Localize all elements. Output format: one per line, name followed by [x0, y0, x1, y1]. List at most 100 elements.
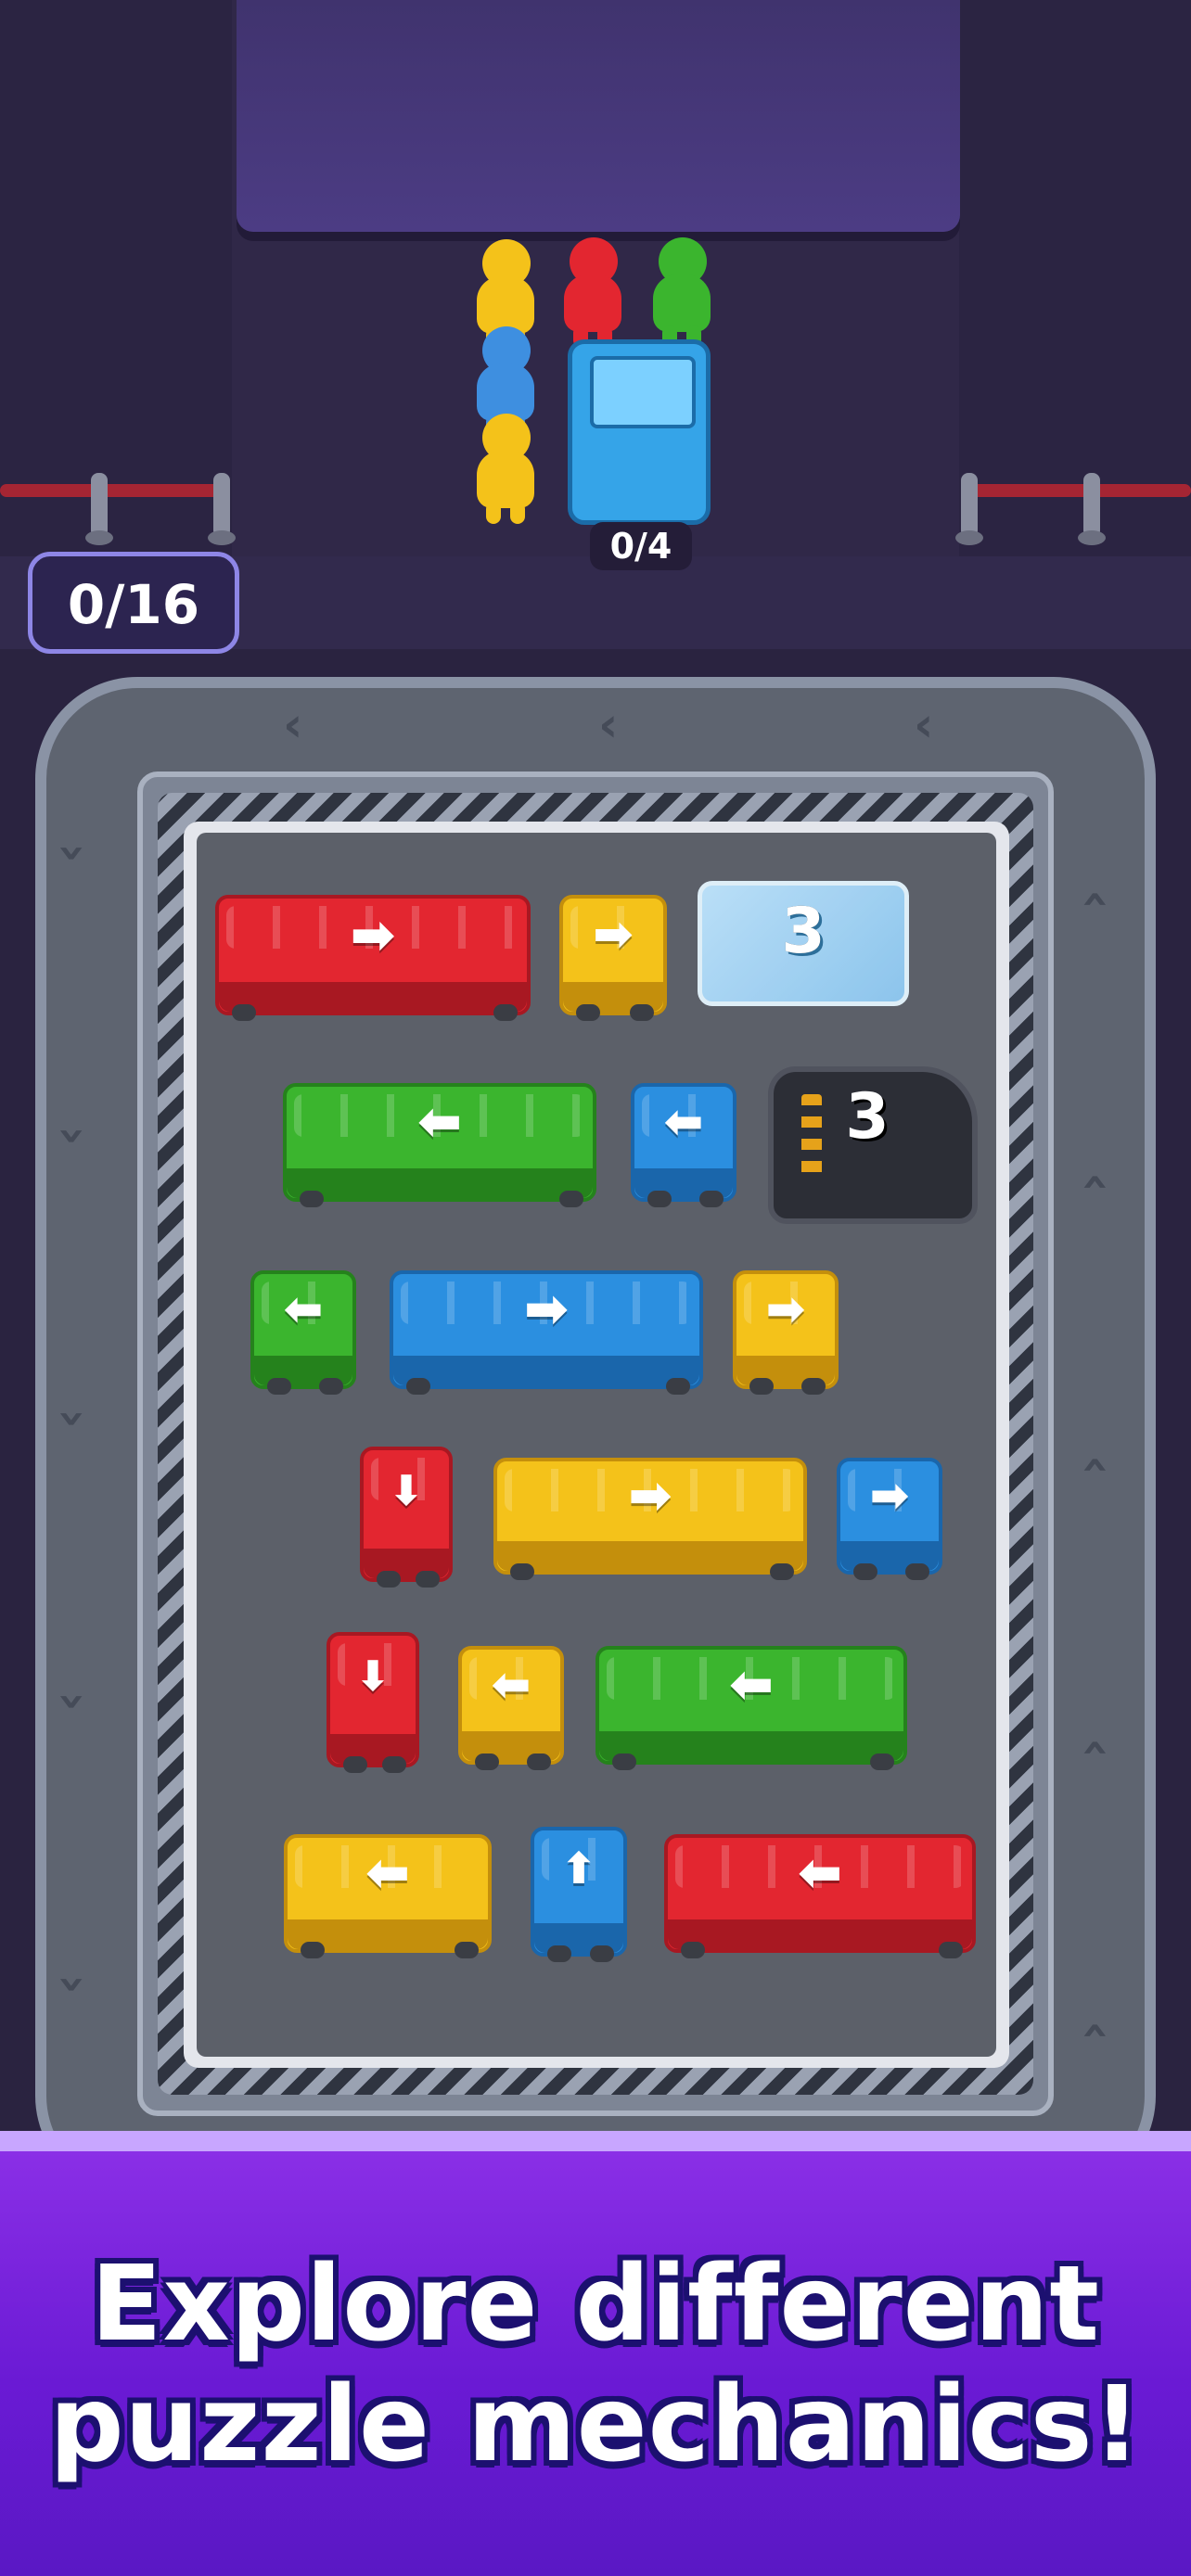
- vehicle-base: [668, 1919, 972, 1949]
- vehicle-blue-2-seat[interactable]: ⬆: [531, 1827, 627, 1962]
- wheel-icon: [681, 1942, 705, 1958]
- vehicle-green-6-seat[interactable]: ⬅: [283, 1083, 596, 1207]
- vehicle-red-6-seat[interactable]: ➡: [215, 895, 531, 1021]
- vehicle-yellow-2-seat[interactable]: ➡: [559, 895, 667, 1021]
- arrow-left-icon: ⬅: [491, 1657, 531, 1714]
- arrow-left-icon: ⬅: [663, 1094, 704, 1151]
- wheel-icon: [406, 1378, 430, 1395]
- wheel-icon: [343, 1756, 367, 1773]
- vehicle-base: [497, 1541, 803, 1571]
- wheel-icon: [377, 1571, 401, 1588]
- wheel-icon: [475, 1753, 499, 1770]
- wheel-icon: [382, 1756, 406, 1773]
- vehicle-blue-2-seat[interactable]: ⬅: [631, 1083, 736, 1207]
- wheel-icon: [493, 1004, 518, 1021]
- vehicle-base: [287, 1168, 593, 1198]
- station-awning: [237, 0, 960, 232]
- chevron-up-icon: ›: [1065, 1455, 1121, 1475]
- vehicle-base: [599, 1731, 903, 1761]
- arrow-right-icon: ➡: [869, 1468, 910, 1524]
- chevron-up-icon: ›: [1065, 1738, 1121, 1758]
- vehicle-red-2-seat[interactable]: ⬇: [360, 1447, 453, 1588]
- rope-barrier-right: [965, 484, 1191, 497]
- level-progress-text: 0/16: [67, 573, 200, 636]
- wheel-icon: [630, 1004, 654, 1021]
- wheel-icon: [319, 1378, 343, 1395]
- vehicle-red-6-seat[interactable]: ⬅: [664, 1834, 976, 1958]
- wheel-icon: [455, 1942, 479, 1958]
- chevron-up-icon: ›: [1065, 2021, 1121, 2041]
- arrow-down-icon: ⬇: [355, 1651, 391, 1702]
- arrow-right-icon: ➡: [628, 1465, 672, 1527]
- arrow-left-icon: ⬅: [283, 1282, 324, 1338]
- promo-headline-line1: Explore different: [91, 2244, 1100, 2365]
- wheel-icon: [527, 1753, 551, 1770]
- arrow-left-icon: ⬅: [797, 1842, 843, 1905]
- barrier-post: [85, 473, 113, 545]
- chevron-down-icon: ›: [45, 1691, 101, 1712]
- wheel-icon: [801, 1378, 826, 1395]
- barrier-post: [1078, 473, 1106, 545]
- chevron-left-icon: ‹: [598, 697, 619, 753]
- wheel-icon: [905, 1563, 929, 1580]
- wheel-icon: [770, 1563, 794, 1580]
- arrow-up-icon: ⬆: [560, 1844, 597, 1894]
- chevron-up-icon: ›: [1065, 889, 1121, 910]
- vehicle-yellow-2-seat[interactable]: ➡: [733, 1270, 839, 1395]
- wheel-icon: [870, 1753, 894, 1770]
- wheel-icon: [853, 1563, 877, 1580]
- wheel-icon: [699, 1191, 724, 1207]
- arrow-left-icon: ⬅: [728, 1653, 775, 1716]
- vehicle-base: [393, 1356, 699, 1385]
- barrier-post: [955, 473, 983, 545]
- wheel-icon: [510, 1563, 534, 1580]
- arrow-down-icon: ⬇: [389, 1466, 424, 1516]
- vehicle-yellow-4-seat[interactable]: ⬅: [284, 1834, 492, 1958]
- arrow-right-icon: ➡: [350, 902, 396, 966]
- chevron-down-icon: ›: [45, 1409, 101, 1429]
- wheel-icon: [416, 1571, 440, 1588]
- garage-counter: 3: [845, 1080, 890, 1154]
- wheel-icon: [939, 1942, 963, 1958]
- arrow-right-icon: ➡: [523, 1278, 570, 1341]
- ice-block-counter: 3: [781, 895, 826, 968]
- vehicle-yellow-6-seat[interactable]: ➡: [493, 1458, 807, 1580]
- passenger-green: [649, 237, 714, 349]
- arrow-right-icon: ➡: [593, 906, 634, 963]
- wheel-icon: [590, 1945, 614, 1962]
- vehicle-green-2-seat[interactable]: ⬅: [250, 1270, 356, 1395]
- chevron-left-icon: ‹: [283, 697, 303, 753]
- wheel-icon: [300, 1191, 324, 1207]
- chevron-down-icon: ›: [45, 1974, 101, 1995]
- rope-barrier-left: [0, 484, 227, 497]
- passenger-yellow: [473, 414, 538, 525]
- vehicle-yellow-2-seat[interactable]: ⬅: [458, 1646, 564, 1770]
- wheel-icon: [267, 1378, 291, 1395]
- passenger-red: [560, 237, 625, 349]
- wheel-icon: [666, 1378, 690, 1395]
- vehicle-blue-6-seat[interactable]: ➡: [390, 1270, 703, 1395]
- chevron-left-icon: ‹: [914, 697, 934, 753]
- vehicle-green-6-seat[interactable]: ⬅: [596, 1646, 907, 1770]
- barrier-post: [208, 473, 236, 545]
- vehicle-base: [219, 982, 527, 1012]
- arrow-left-icon: ⬅: [365, 1842, 411, 1905]
- promo-headline-line2: puzzle mechanics!: [49, 2365, 1142, 2485]
- wheel-icon: [749, 1378, 774, 1395]
- arrow-right-icon: ➡: [765, 1282, 806, 1338]
- vehicle-blue-2-seat[interactable]: ➡: [837, 1458, 942, 1580]
- wheel-icon: [232, 1004, 256, 1021]
- chevron-down-icon: ›: [45, 843, 101, 863]
- wheel-icon: [612, 1753, 636, 1770]
- bus-roof-window: [590, 356, 696, 428]
- arrow-left-icon: ⬅: [416, 1090, 463, 1154]
- chevron-up-icon: ›: [1065, 1172, 1121, 1192]
- promo-banner-edge: [0, 2131, 1191, 2151]
- vehicle-red-2-seat[interactable]: ⬇: [327, 1632, 419, 1773]
- wheel-icon: [647, 1191, 672, 1207]
- bus-capacity-text: 0/4: [609, 526, 672, 567]
- chevron-down-icon: ›: [45, 1126, 101, 1146]
- wheel-icon: [559, 1191, 583, 1207]
- wheel-icon: [547, 1945, 571, 1962]
- wheel-icon: [301, 1942, 325, 1958]
